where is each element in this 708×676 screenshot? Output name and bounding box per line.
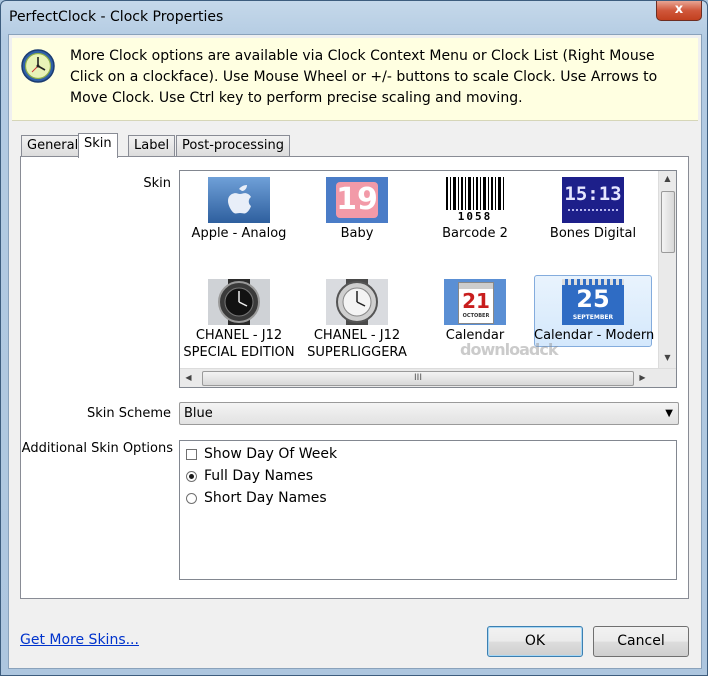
tab-label[interactable]: Label [128,135,176,156]
skin-item-calendar-modern[interactable]: 25 SEPTEMBER Calendar - Modern [534,275,654,347]
radio-icon[interactable] [186,492,197,504]
show-day-of-week-checkbox[interactable]: Show Day Of Week [186,446,337,462]
skin-item-bones-digital[interactable]: 15:13 Bones Digital [534,173,652,242]
close-button[interactable]: x [656,1,702,21]
properties-window: PerfectClock - Clock Properties x More C… [0,0,708,676]
short-day-names-radio[interactable]: Short Day Names [186,490,327,506]
tab-post-processing[interactable]: Post-processing [176,135,290,156]
radio-selected-icon[interactable] [186,470,197,482]
full-day-names-radio[interactable]: Full Day Names [186,468,313,484]
calendar-day: 21 [462,289,490,313]
scroll-down-icon[interactable]: ▼ [659,353,676,362]
skin-caption-line2: SUPERLIGGERA [307,345,407,360]
calendar-icon: 21 OCTOBER [444,279,506,325]
get-more-skins-link[interactable]: Get More Skins... [20,632,139,648]
watch-silver-icon [326,279,388,325]
vertical-scroll-thumb[interactable] [661,191,675,253]
additional-options-list: Show Day Of Week Full Day Names Short Da… [179,440,677,580]
baby-digits-icon: 19 [326,177,388,223]
calendar-month: OCTOBER [462,313,490,319]
watermark: downloadck [460,340,558,359]
bones-digital-icon: 15:13 [562,177,624,223]
skin-caption: CHANEL - J12 [313,328,401,343]
skin-list-horizontal-scrollbar[interactable]: ◀ III ▶ [180,368,676,387]
tab-general[interactable]: General [21,135,85,156]
barcode-icon: 1058 [444,177,506,223]
ok-button[interactable]: OK [487,626,583,657]
banner-text: More Clock options are available via Clo… [70,48,658,106]
barcode-digits: 1058 [444,210,506,223]
skin-caption: CHANEL - J12 [195,328,283,343]
skin-scheme-select[interactable]: Blue ▼ [179,402,679,425]
skin-label: Skin [143,176,171,191]
scroll-up-icon[interactable]: ▲ [659,174,676,183]
skin-caption-line2: SPECIAL EDITION [183,345,295,360]
full-day-names-label: Full Day Names [204,468,314,484]
baby-number: 19 [336,182,378,218]
short-day-names-label: Short Day Names [204,490,327,506]
chevron-down-icon: ▼ [665,408,673,419]
skin-list[interactable]: Apple - Analog 19 Baby 1058 Barcode 2 15… [179,170,677,388]
window-title: PerfectClock - Clock Properties [9,9,224,25]
skin-item-barcode-2[interactable]: 1058 Barcode 2 [416,173,534,242]
skin-caption: Apple - Analog [191,226,287,241]
info-banner: More Clock options are available via Clo… [12,38,698,121]
skin-item-baby[interactable]: 19 Baby [298,173,416,242]
tab-skin[interactable]: Skin [78,133,118,158]
scroll-right-icon[interactable]: ▶ [634,373,651,382]
modern-month: SEPTEMBER [572,314,614,321]
cancel-button[interactable]: Cancel [593,626,689,657]
skin-tab-panel: Skin Apple - Analog 19 Baby 1058 Barcode… [20,156,689,599]
modern-day: 25 [576,285,610,313]
apple-logo-icon [208,177,270,223]
skin-item-chanel-special[interactable]: CHANEL - J12 SPECIAL EDITION [180,275,298,361]
skin-scheme-label: Skin Scheme [86,406,171,421]
show-day-of-week-label: Show Day Of Week [204,446,338,462]
skin-item-calendar[interactable]: 21 OCTOBER Calendar [416,275,534,344]
dialog-client: More Clock options are available via Clo… [8,34,702,669]
horizontal-scroll-thumb[interactable]: III [202,371,634,386]
calendar-modern-icon: 25 SEPTEMBER [562,279,624,325]
checkbox-icon[interactable] [186,448,197,460]
skin-caption: Baby [340,226,374,241]
scroll-left-icon[interactable]: ◀ [180,373,197,382]
skin-list-vertical-scrollbar[interactable]: ▲ ▼ [658,171,676,368]
bones-time: 15:13 [564,183,622,205]
watch-black-icon [208,279,270,325]
skin-caption: Barcode 2 [442,226,508,241]
skin-item-apple-analog[interactable]: Apple - Analog [180,173,298,242]
clock-icon [21,49,55,83]
skin-item-chanel-superliggera[interactable]: CHANEL - J12 SUPERLIGGERA [298,275,416,361]
skin-scheme-value: Blue [184,406,213,421]
additional-options-label: Additional Skin Options [21,441,173,456]
skin-caption: Bones Digital [549,226,637,241]
